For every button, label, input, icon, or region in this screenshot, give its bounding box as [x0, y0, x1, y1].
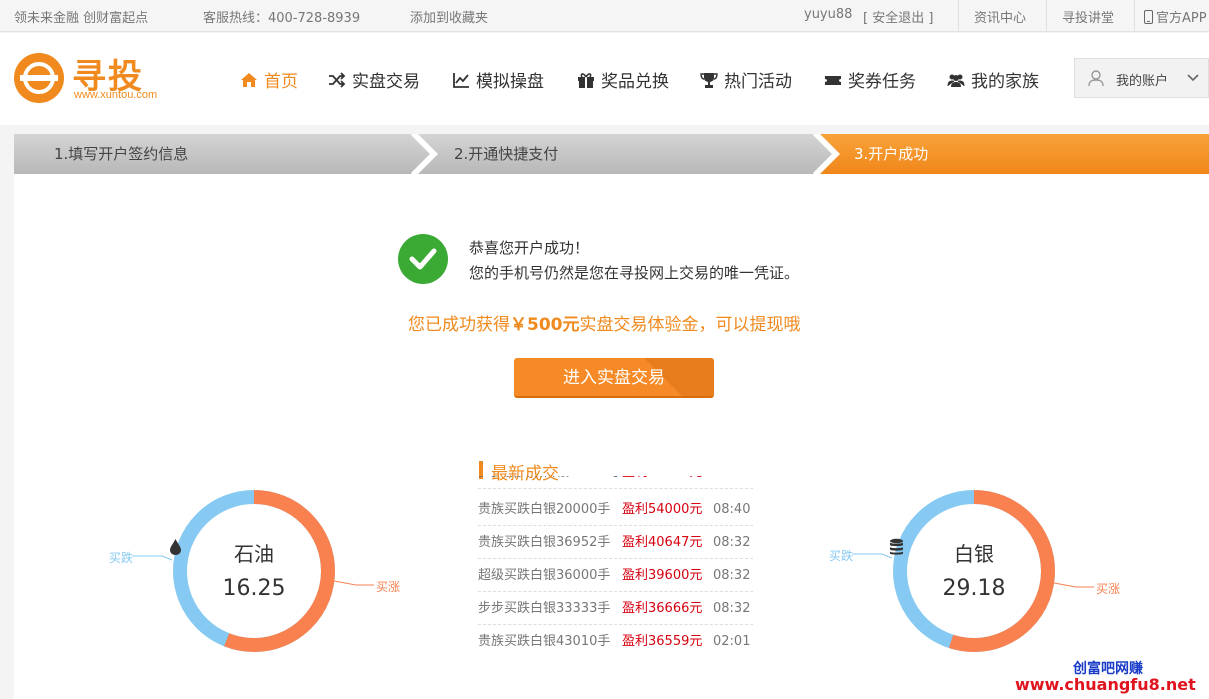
user-icon	[1088, 70, 1104, 87]
nav-home-label: 首页	[264, 72, 298, 92]
trade-row: 超级买跌白银36000手 盈利39600元 08:32	[478, 559, 753, 592]
trade-profit: 盈利36559元	[622, 634, 703, 646]
lecture-link[interactable]: 寻投讲堂	[1062, 7, 1114, 26]
enter-live-trading-label: 进入实盘交易	[563, 368, 665, 388]
nav-prize-exchange[interactable]: 奖品兑换	[577, 67, 669, 92]
trade-time: 08:32	[713, 568, 751, 583]
oil-rise-label: 买涨	[376, 580, 401, 594]
official-app-link[interactable]: 官方APP	[1144, 7, 1207, 26]
news-center-link[interactable]: 资讯中心	[974, 7, 1026, 26]
trade-profit: 盈利39600元	[622, 568, 703, 583]
latest-trades-list: 步步赢买跌白银30000手 盈利57000元 08:47 贵族买跌白银20000…	[478, 476, 753, 646]
official-app-label: 官方APP	[1156, 11, 1207, 26]
users-icon	[947, 74, 965, 87]
trade-time: 08:47	[713, 476, 750, 489]
trade-user: 步步买跌白银33333手	[478, 601, 611, 616]
logo[interactable]: 寻投 www.xuntou.com	[14, 53, 184, 107]
silver-rise-label: 买涨	[1096, 582, 1121, 596]
nav-prize-exchange-label: 奖品兑换	[601, 72, 669, 92]
logout-link[interactable]: [ 安全退出 ]	[863, 7, 933, 26]
header: 寻投 www.xuntou.com 首页 实盘交易 模拟操盘 奖品兑换 热门活动…	[0, 33, 1209, 125]
trade-time: 02:01	[713, 634, 751, 646]
step-1-label: 1.填写开户签约信息	[54, 145, 189, 163]
trade-row: 贵族买跌白银36952手 盈利40647元 08:32	[478, 526, 753, 559]
trophy-icon	[700, 72, 718, 88]
gift-icon	[578, 72, 594, 88]
trade-row: 步步赢买跌白银30000手 盈利57000元 08:47	[478, 476, 753, 489]
oil-gauge-name: 石油	[234, 542, 274, 566]
nav-my-family[interactable]: 我的家族	[947, 67, 1039, 92]
trade-user: 步步赢买跌白银30000手	[478, 476, 623, 489]
username[interactable]: yuyu88	[804, 7, 852, 22]
bonus-message: 您已成功获得￥500元实盘交易体验金，可以提现哦	[408, 310, 801, 335]
chevron-down-icon	[1187, 74, 1199, 82]
shuffle-icon	[329, 71, 346, 88]
logo-url: www.xuntou.com	[74, 89, 158, 101]
oil-fall-label: 买跌	[109, 551, 134, 565]
bonus-suffix: 实盘交易体验金，可以提现哦	[579, 315, 801, 335]
silver-fall-label: 买跌	[829, 549, 854, 563]
trade-profit: 盈利36666元	[622, 601, 703, 616]
step-2-label: 2.开通快捷支付	[454, 145, 559, 163]
trade-profit: 盈利40647元	[622, 535, 703, 550]
top-bar: 领未来金融 创财富起点 客服热线：400-728-8939 添加到收藏夹 yuy…	[0, 0, 1209, 32]
trade-row: 步步买跌白银33333手 盈利36666元 08:32	[478, 592, 753, 625]
trade-user: 贵族买跌白银20000手	[478, 502, 611, 517]
nav-live-trading-label: 实盘交易	[352, 72, 420, 92]
oil-fall-leader	[132, 555, 173, 561]
enter-live-trading-button[interactable]: 进入实盘交易	[514, 358, 714, 398]
nav-coupon-tasks-label: 奖券任务	[848, 72, 916, 92]
hotline: 客服热线：400-728-8939	[203, 11, 361, 26]
trade-user: 超级买跌白银36000手	[478, 568, 611, 583]
site-watermark: 创富吧网赚 www.chuangfu8.net	[1015, 658, 1209, 699]
nav-hot-events-label: 热门活动	[724, 72, 792, 92]
silver-fall-leader	[852, 553, 893, 559]
divider	[1134, 0, 1135, 32]
trade-row: 贵族买跌白银20000手 盈利54000元 08:40	[478, 493, 753, 526]
logo-mark	[14, 53, 64, 103]
nav-home[interactable]: 首页	[240, 67, 298, 92]
success-note: 您的手机号仍然是您在寻投网上交易的唯一凭证。	[469, 264, 800, 282]
nav-live-trading[interactable]: 实盘交易	[328, 67, 420, 92]
bonus-amount: ￥500元	[510, 315, 580, 335]
success-check-icon	[398, 234, 448, 284]
my-account-label: 我的账户	[1116, 74, 1169, 89]
divider	[1046, 0, 1047, 32]
trade-time: 08:40	[713, 502, 751, 517]
trade-time: 08:32	[713, 535, 751, 550]
my-account-dropdown[interactable]: 我的账户	[1074, 58, 1209, 98]
nav-coupon-tasks[interactable]: 奖券任务	[824, 67, 916, 92]
trade-row: 贵族买跌白银43010手 盈利36559元 02:01	[478, 625, 753, 646]
step-3-label: 3.开户成功	[854, 145, 929, 163]
trade-user: 贵族买跌白银36952手	[478, 535, 611, 550]
nav-simulation[interactable]: 模拟操盘	[452, 67, 544, 92]
home-icon	[241, 72, 257, 87]
progress-steps: 1.填写开户签约信息 2.开通快捷支付 3.开户成功	[14, 134, 1209, 174]
trade-profit: 盈利54000元	[622, 502, 703, 517]
ticket-icon	[825, 75, 841, 85]
silver-gauge-name: 白银	[954, 542, 994, 566]
nav-simulation-label: 模拟操盘	[476, 72, 544, 92]
add-favorite-link[interactable]: 添加到收藏夹	[410, 7, 488, 26]
bonus-prefix: 您已成功获得	[408, 315, 510, 335]
slogan: 领未来金融 创财富起点	[14, 11, 149, 26]
phone-icon	[1144, 9, 1153, 24]
watermark-en: www.chuangfu8.net	[1015, 675, 1196, 694]
line-chart-icon	[453, 72, 469, 88]
success-title: 恭喜您开户成功！	[469, 239, 590, 257]
trade-profit: 盈利57000元	[622, 476, 702, 489]
nav-hot-events[interactable]: 热门活动	[700, 67, 792, 92]
divider	[958, 0, 959, 32]
steps-background	[14, 134, 1209, 174]
main-panel: 1.填写开户签约信息 2.开通快捷支付 3.开户成功 恭喜您开户成功！ 您的手机…	[14, 134, 1209, 699]
trade-time: 08:32	[713, 601, 751, 616]
trade-user: 贵族买跌白银43010手	[478, 634, 611, 646]
nav-my-family-label: 我的家族	[971, 72, 1039, 92]
